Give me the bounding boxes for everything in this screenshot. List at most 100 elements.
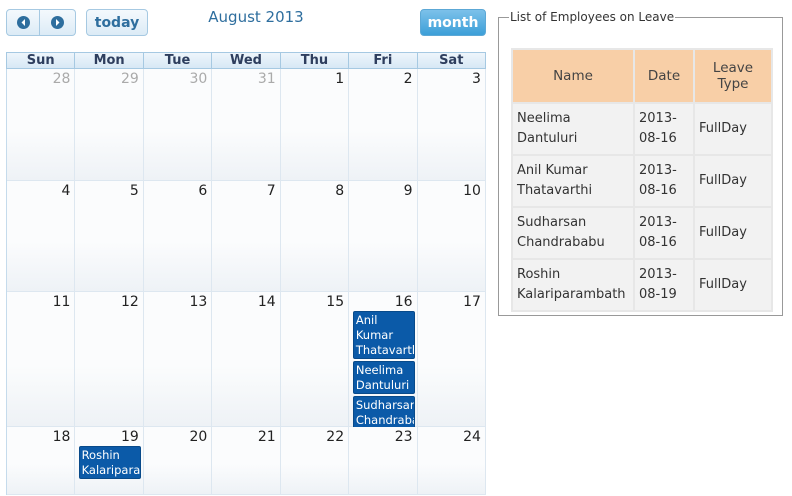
day-cell[interactable]: 12: [75, 292, 144, 427]
day-cell[interactable]: 24: [417, 427, 486, 495]
day-cell[interactable]: 18: [7, 427, 76, 495]
employee-name: Sudharsan Chandrababu: [513, 208, 633, 258]
month-view-button[interactable]: month: [420, 9, 486, 36]
leave-date: 2013- 08-16: [635, 156, 693, 206]
leave-type: FullDay: [695, 260, 771, 310]
leave-event[interactable]: Neelima Dantuluri: [352, 361, 416, 394]
day-number: 6: [198, 183, 208, 199]
day-number: 8: [335, 183, 345, 199]
day-number: 15: [326, 294, 345, 310]
day-number: 7: [266, 183, 276, 199]
chevron-right-icon: [51, 16, 64, 29]
day-cell[interactable]: 22: [280, 427, 350, 495]
day-number: 22: [326, 429, 345, 445]
leave-row: Neelima Dantuluri 2013- 08-16 FullDay: [513, 104, 771, 154]
calendar-grid: Sun Mon Tue Wed Thu Fri Sat 28 29 30 31 1 2 3 4 5 6 7 8 9 1…: [6, 52, 486, 495]
col-header-leave-type: Leave Type: [695, 50, 771, 102]
day-number: 11: [52, 294, 71, 310]
day-number: 12: [121, 294, 139, 310]
day-number: 5: [129, 183, 139, 199]
day-cell[interactable]: 14: [212, 292, 281, 427]
day-cell[interactable]: 17: [417, 292, 486, 427]
day-cell[interactable]: 15: [280, 292, 350, 427]
col-header-date: Date: [635, 50, 693, 102]
day-cell[interactable]: 20: [143, 427, 213, 495]
leave-date: 2013- 08-16: [635, 104, 693, 154]
leave-event[interactable]: Anil Kumar Thatavarthi: [352, 311, 416, 359]
weekday-fri: Fri: [349, 53, 418, 68]
weekday-thu: Thu: [281, 53, 350, 68]
weekday-wed: Wed: [212, 53, 281, 68]
day-number: 10: [463, 183, 481, 199]
weekday-sat: Sat: [439, 53, 464, 68]
week-row: 18 19 20 21 22 23 24 Roshin Kalariparambath: [6, 427, 486, 495]
day-cell[interactable]: 11: [7, 292, 76, 427]
calendar-title: August 2013: [208, 8, 304, 26]
day-number: 16: [394, 294, 413, 310]
day-cell[interactable]: 30: [143, 69, 213, 181]
weekday-mon: Mon: [75, 53, 144, 68]
day-cell[interactable]: 9: [349, 181, 418, 292]
day-number: 24: [463, 429, 481, 445]
employee-name: Roshin Kalariparambath: [513, 260, 633, 310]
day-cell[interactable]: 1: [280, 69, 350, 181]
day-number: 1: [335, 71, 345, 87]
day-cell[interactable]: 10: [417, 181, 486, 292]
day-number: 17: [463, 294, 481, 310]
day-cell[interactable]: 5: [75, 181, 144, 292]
today-button[interactable]: today: [86, 9, 148, 36]
leave-row: Anil Kumar Thatavarthi 2013- 08-16 FullDay: [513, 156, 771, 206]
day-number: 19: [121, 429, 139, 445]
day-cell[interactable]: 4: [7, 181, 76, 292]
col-header-name: Name: [513, 50, 633, 102]
day-number: 31: [257, 71, 276, 87]
employee-name: Anil Kumar Thatavarthi: [513, 156, 633, 206]
day-cell[interactable]: 21: [212, 427, 281, 495]
employee-name: Neelima Dantuluri: [513, 104, 633, 154]
day-cell[interactable]: 31: [212, 69, 281, 181]
week-row: 11 12 13 14 15 16 17 Anil Kumar ThatavarthiNeel…: [6, 292, 486, 429]
weekday-sun: Sun: [7, 53, 76, 68]
chevron-left-icon: [16, 16, 30, 29]
leave-event[interactable]: Sudharsan Chandrababu: [352, 396, 416, 429]
day-cell[interactable]: 6: [143, 181, 213, 292]
day-number: 3: [472, 71, 481, 87]
leave-type: FullDay: [695, 104, 771, 154]
leave-date: 2013- 08-16: [635, 208, 693, 258]
weekday-header: Sun Mon Tue Wed Thu Fri Sat: [6, 52, 486, 69]
day-number: 30: [189, 71, 208, 87]
day-number: 23: [394, 429, 413, 445]
prev-month-button[interactable]: [6, 9, 40, 36]
day-number: 29: [121, 71, 139, 87]
leave-type: FullDay: [695, 156, 771, 206]
day-number: 2: [403, 71, 413, 87]
day-number: 18: [52, 429, 71, 445]
day-number: 4: [61, 183, 71, 199]
leave-type: FullDay: [695, 208, 771, 258]
day-cell[interactable]: 28: [7, 69, 76, 181]
week-row: 28 29 30 31 1 2 3: [6, 69, 486, 181]
leave-panel: List of Employees on Leave Name Date Lea…: [498, 10, 783, 316]
leave-event[interactable]: Roshin Kalariparambath: [78, 446, 142, 479]
leave-row: Roshin Kalariparambath 2013- 08-19 FullDay: [513, 260, 771, 310]
leave-panel-legend: List of Employees on Leave: [510, 10, 675, 24]
day-number: 9: [403, 183, 413, 199]
day-number: 21: [257, 429, 276, 445]
day-cell[interactable]: 8: [280, 181, 350, 292]
day-cell[interactable]: 29: [75, 69, 144, 181]
next-month-button[interactable]: [40, 9, 76, 36]
weekday-tue: Tue: [144, 53, 213, 68]
day-cell[interactable]: 2: [349, 69, 418, 181]
leave-table: Name Date Leave Type Neelima Dantuluri 20…: [511, 48, 773, 312]
day-cell[interactable]: 7: [212, 181, 281, 292]
day-cell[interactable]: 13: [143, 292, 213, 427]
week-row: 4 5 6 7 8 9 10: [6, 181, 486, 292]
leave-table-header: Name Date Leave Type: [513, 50, 771, 102]
day-number: 13: [189, 294, 208, 310]
day-number: 28: [52, 71, 71, 87]
leave-date: 2013- 08-19: [635, 260, 693, 310]
day-cell[interactable]: 23: [349, 427, 418, 495]
day-cell[interactable]: 3: [417, 69, 486, 181]
leave-row: Sudharsan Chandrababu 2013- 08-16 FullDay: [513, 208, 771, 258]
day-number: 20: [189, 429, 208, 445]
